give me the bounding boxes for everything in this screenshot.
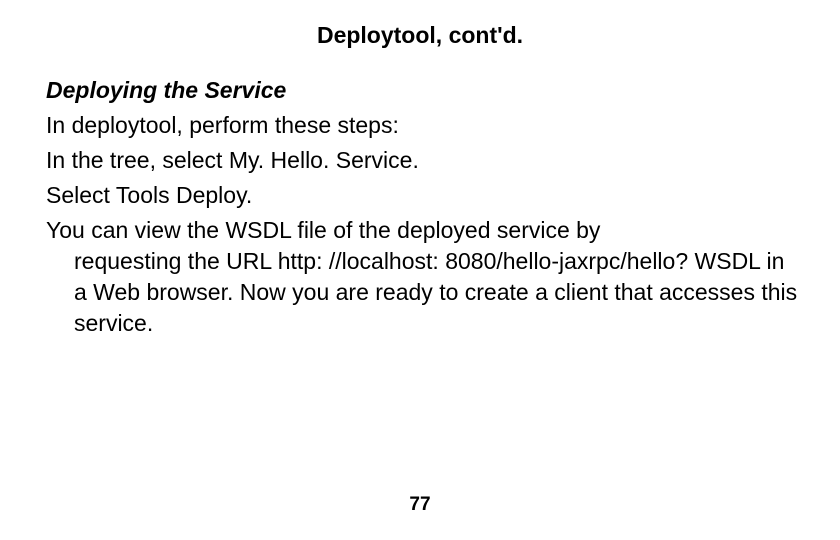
page-number: 77 <box>0 494 840 516</box>
step-2: Select Tools Deploy. <box>46 180 800 211</box>
step-intro: In deploytool, perform these steps: <box>46 110 800 141</box>
slide-title: Deploytool, cont'd. <box>40 22 800 49</box>
section-heading: Deploying the Service <box>46 77 800 104</box>
wsdl-paragraph-continuation: requesting the URL http: //localhost: 80… <box>46 246 800 339</box>
wsdl-paragraph: You can view the WSDL file of the deploy… <box>46 215 800 339</box>
wsdl-paragraph-first-line: You can view the WSDL file of the deploy… <box>46 217 600 243</box>
slide-content: Deploying the Service In deploytool, per… <box>40 77 800 339</box>
step-1: In the tree, select My. Hello. Service. <box>46 145 800 176</box>
